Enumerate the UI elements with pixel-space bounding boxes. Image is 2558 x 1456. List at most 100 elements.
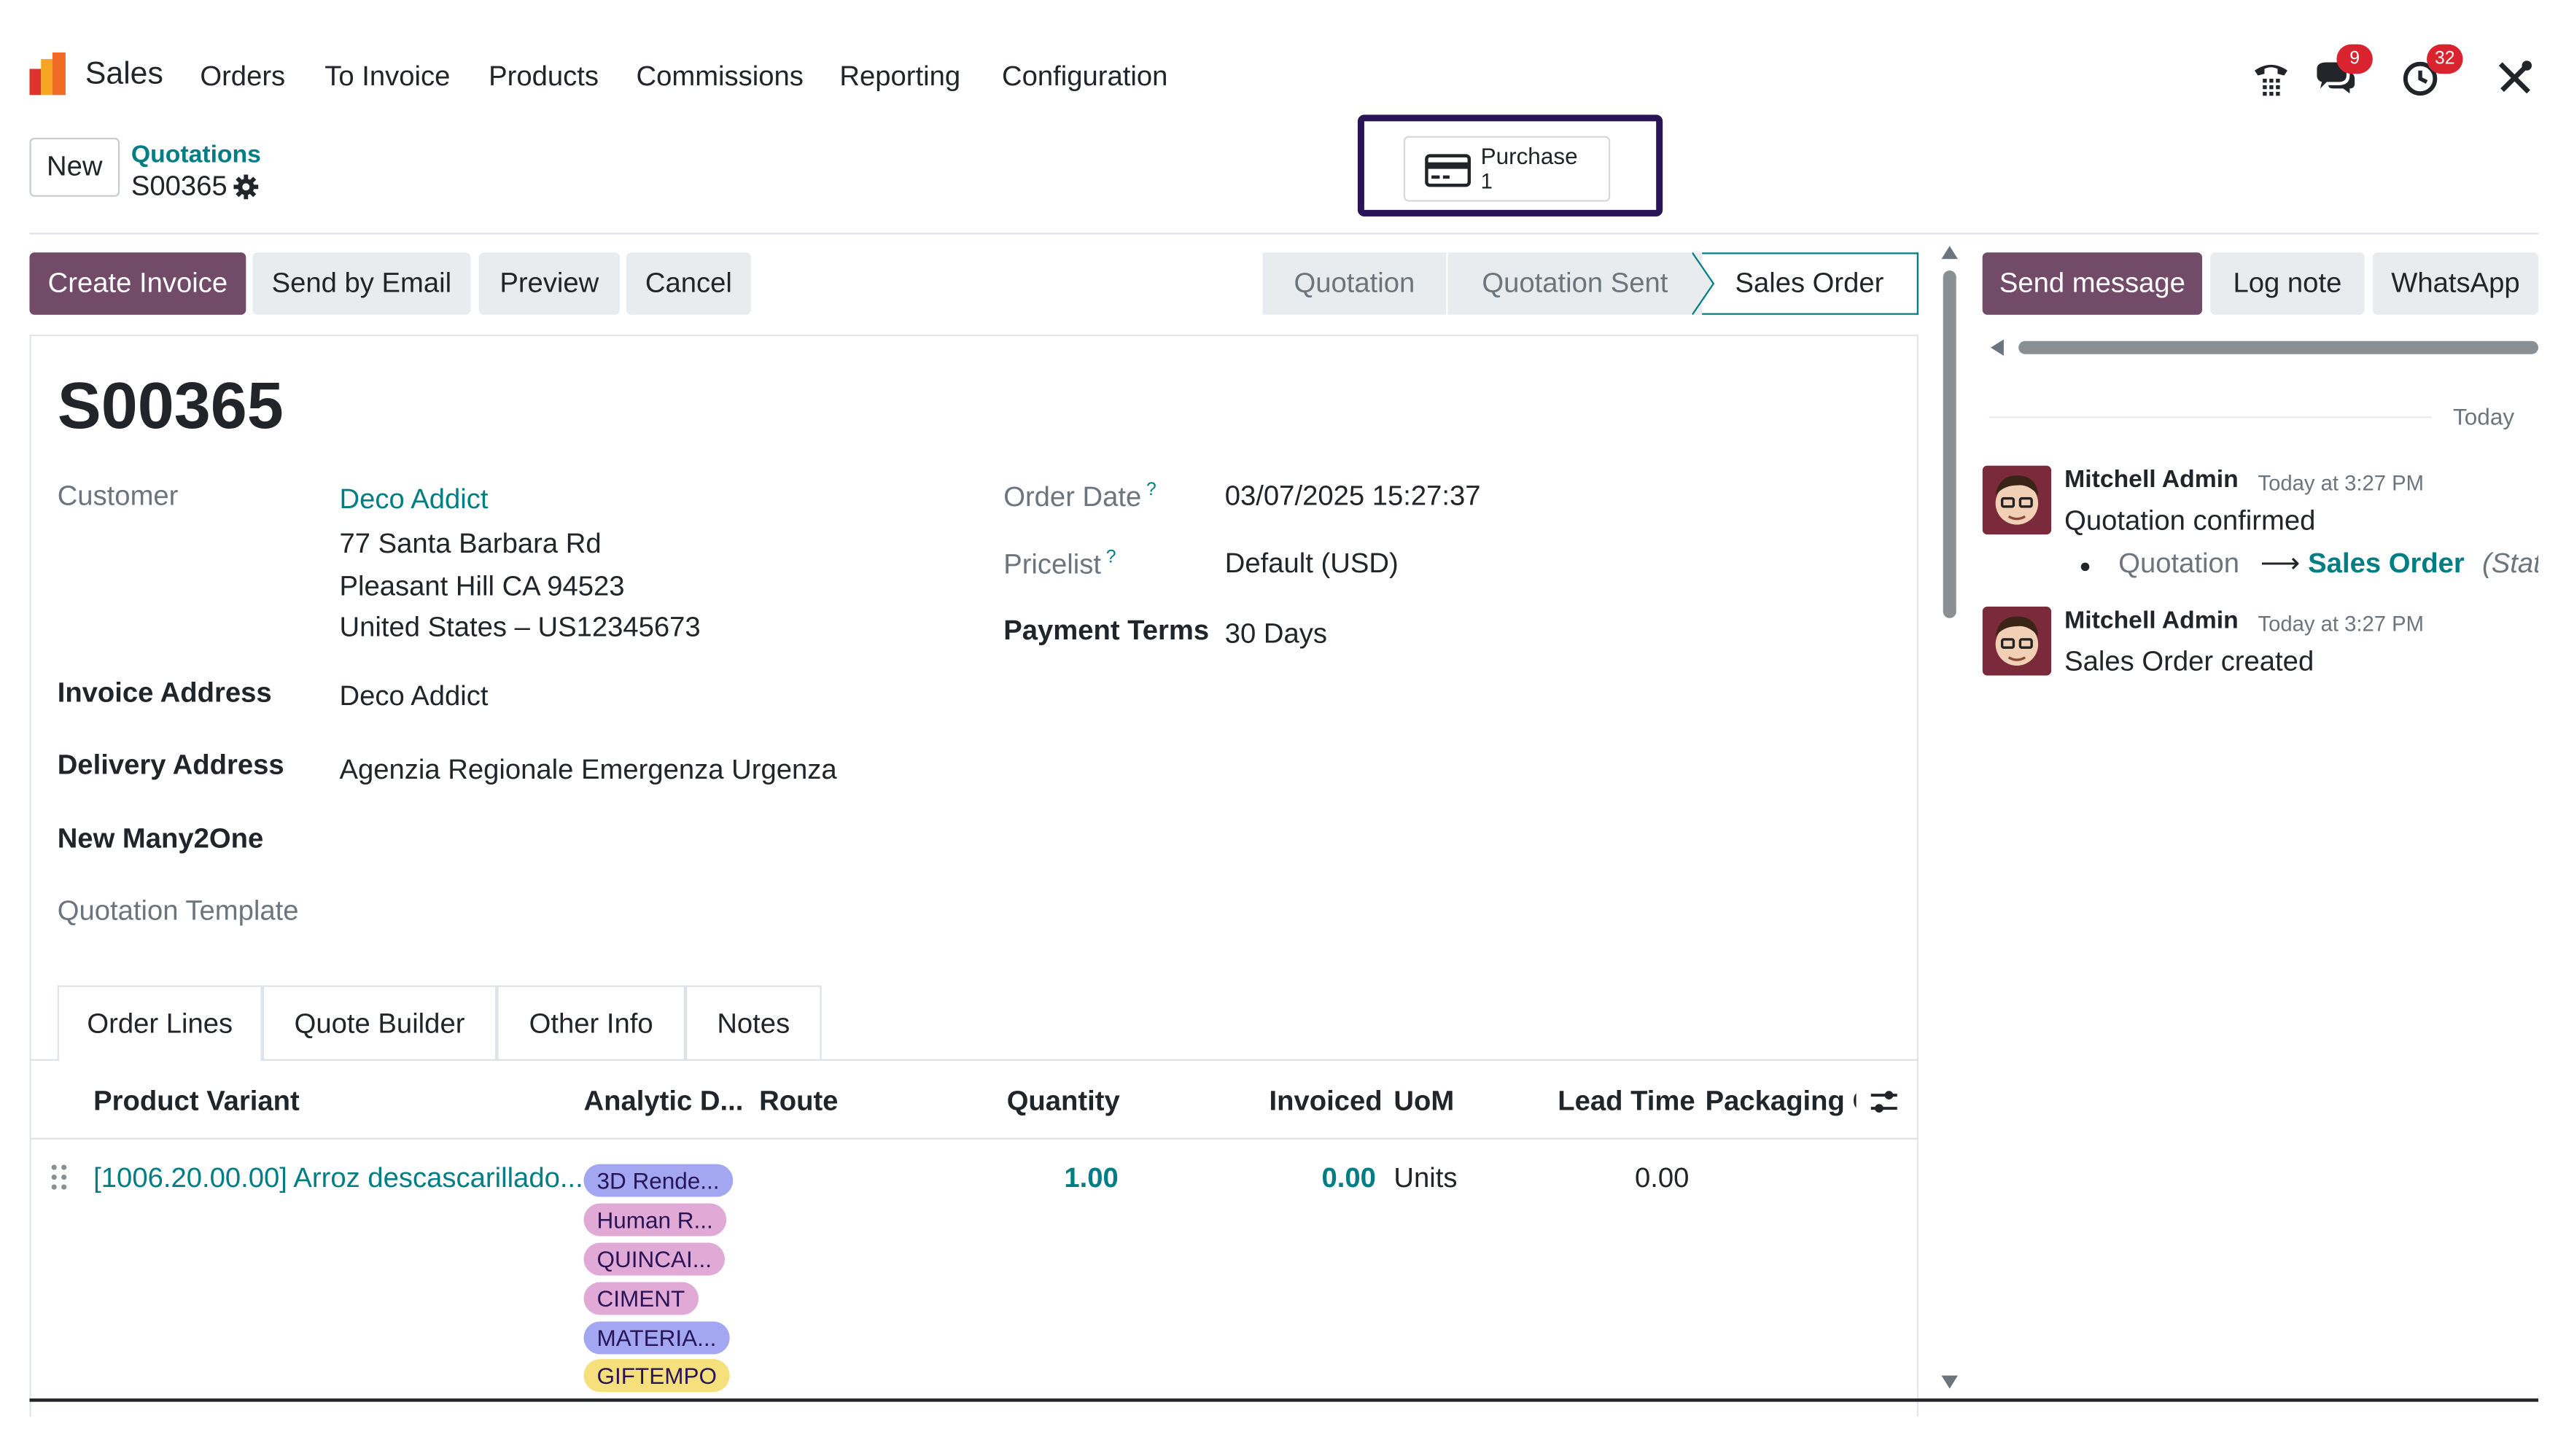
customer-address-line: Pleasant Hill CA 94523 bbox=[339, 570, 625, 602]
message-author[interactable]: Mitchell Admin bbox=[2064, 607, 2239, 634]
message-author[interactable]: Mitchell Admin bbox=[2064, 466, 2239, 494]
tracking-field: (Status) bbox=[2481, 548, 2538, 579]
order-line-invoiced: 0.00 bbox=[1321, 1162, 1376, 1194]
chat-icon[interactable]: 9 bbox=[2314, 44, 2373, 98]
odoo-sales-order-form: Sales Orders To Invoice Products Commiss… bbox=[0, 0, 2558, 1456]
column-product-variant[interactable]: Product Variant bbox=[93, 1086, 300, 1118]
help-icon[interactable]: ? bbox=[1106, 548, 1116, 567]
send-message-button[interactable]: Send message bbox=[1982, 252, 2203, 315]
user-avatar-icon[interactable] bbox=[1982, 607, 2052, 676]
menu-orders[interactable]: Orders bbox=[200, 61, 285, 93]
analytic-tag[interactable]: GIFTEMPO bbox=[583, 1359, 730, 1393]
delivery-address-label: Delivery Address bbox=[57, 749, 284, 781]
invoice-address-label: Invoice Address bbox=[57, 677, 272, 709]
tracking-new-value: Sales Order bbox=[2308, 548, 2465, 579]
breadcrumb-quotations[interactable]: Quotations bbox=[131, 141, 261, 168]
active-tab-gap bbox=[58, 1057, 261, 1063]
menu-configuration[interactable]: Configuration bbox=[1002, 61, 1167, 93]
menu-products[interactable]: Products bbox=[489, 61, 599, 93]
order-line-product[interactable]: [1006.20.00.00] Arroz descascarillado... bbox=[93, 1162, 583, 1195]
payment-terms-label: Payment Terms bbox=[1003, 615, 1210, 646]
create-invoice-button[interactable]: Create Invoice bbox=[29, 252, 246, 315]
cancel-button[interactable]: Cancel bbox=[626, 252, 751, 315]
new-button[interactable]: New bbox=[29, 137, 120, 197]
delivery-address-field[interactable]: Agenzia Regionale Emergenza Urgenza bbox=[339, 754, 836, 787]
analytic-tag[interactable]: 3D Rende... bbox=[583, 1164, 733, 1197]
order-date-field[interactable]: 03/07/2025 15:27:37 bbox=[1225, 480, 1481, 513]
menu-to-invoice[interactable]: To Invoice bbox=[324, 61, 450, 93]
customer-address-line: United States – US12345673 bbox=[339, 611, 701, 643]
messages-badge: 9 bbox=[2336, 44, 2373, 74]
stage-quotation[interactable]: Quotation bbox=[1262, 252, 1447, 315]
menu-commissions[interactable]: Commissions bbox=[636, 61, 803, 93]
column-settings-icon[interactable] bbox=[1870, 1089, 1899, 1115]
column-uom[interactable]: UoM bbox=[1393, 1086, 1454, 1118]
column-quantity[interactable]: Quantity bbox=[1007, 1086, 1120, 1118]
purchase-smart-button[interactable]: Purchase 1 bbox=[1403, 136, 1611, 202]
tracking-value: ● Quotation ⟶ Sales Order (Status) bbox=[2079, 548, 2538, 580]
date-separator: Today bbox=[2453, 403, 2515, 430]
many2one-label: New Many2One bbox=[57, 822, 264, 854]
analytic-tag[interactable]: MATERIA... bbox=[583, 1321, 730, 1355]
quotation-template-label: Quotation Template bbox=[57, 895, 299, 927]
analytic-tag[interactable]: CIMENT bbox=[583, 1282, 699, 1315]
column-analytic[interactable]: Analytic D... bbox=[584, 1086, 744, 1118]
chatter-horizontal-scrollbar[interactable] bbox=[1989, 336, 2538, 359]
column-route[interactable]: Route bbox=[759, 1086, 838, 1118]
tools-icon[interactable] bbox=[2494, 55, 2536, 98]
header-divider bbox=[29, 1137, 1919, 1140]
gear-icon[interactable] bbox=[233, 174, 259, 200]
form-sheet bbox=[29, 334, 1919, 1417]
bottom-border bbox=[29, 1398, 2538, 1402]
help-icon[interactable]: ? bbox=[1146, 480, 1156, 500]
stage-arrow-icon bbox=[1692, 252, 1715, 315]
activity-clock-icon[interactable]: 32 bbox=[2400, 44, 2463, 98]
bullet-icon: ● bbox=[2079, 554, 2091, 577]
divider bbox=[29, 233, 2538, 235]
smart-button-count: 1 bbox=[1480, 168, 1493, 194]
log-note-button[interactable]: Log note bbox=[2210, 252, 2365, 315]
main-scrollbar[interactable] bbox=[1940, 246, 1959, 1393]
arrow-right-icon: ⟶ bbox=[2260, 548, 2301, 579]
message-body: Sales Order created bbox=[2064, 645, 2314, 677]
customer-address-line: 77 Santa Barbara Rd bbox=[339, 528, 602, 559]
column-invoiced[interactable]: Invoiced bbox=[1269, 1086, 1382, 1118]
customer-label: Customer bbox=[57, 480, 179, 512]
tab-divider bbox=[29, 1059, 1919, 1061]
order-line-lead-time[interactable]: 0.00 bbox=[1635, 1162, 1689, 1195]
tab-order-lines[interactable]: Order Lines bbox=[57, 985, 263, 1061]
pricelist-label: Pricelist? bbox=[1003, 548, 1116, 580]
menu-reporting[interactable]: Reporting bbox=[839, 61, 960, 93]
tracking-old-value: Quotation bbox=[2118, 548, 2240, 579]
stage-sales-order[interactable]: Sales Order bbox=[1702, 252, 1919, 315]
tab-notes[interactable]: Notes bbox=[685, 985, 822, 1061]
breadcrumb-current: S00365 bbox=[131, 170, 228, 202]
order-line-uom[interactable]: Units bbox=[1393, 1162, 1457, 1195]
tab-other-info[interactable]: Other Info bbox=[497, 985, 685, 1061]
column-lead-time[interactable]: Lead Time bbox=[1558, 1086, 1695, 1118]
analytic-tag[interactable]: QUINCAI... bbox=[583, 1242, 725, 1276]
payment-terms-field[interactable]: 30 Days bbox=[1225, 618, 1327, 651]
order-line-quantity[interactable]: 1.00 bbox=[1064, 1162, 1118, 1195]
phone-icon[interactable] bbox=[2250, 55, 2292, 98]
user-avatar-icon[interactable] bbox=[1982, 465, 2052, 535]
customer-link[interactable]: Deco Addict bbox=[339, 483, 488, 516]
stage-quotation-sent[interactable]: Quotation Sent bbox=[1446, 252, 1703, 315]
column-packaging[interactable]: Packaging C bbox=[1706, 1086, 1857, 1118]
odoo-sales-logo-icon[interactable] bbox=[29, 52, 66, 96]
message-body: Quotation confirmed bbox=[2064, 505, 2316, 537]
message-time: Today at 3:27 PM bbox=[2258, 470, 2424, 496]
pricelist-field[interactable]: Default (USD) bbox=[1225, 548, 1399, 580]
analytic-tag[interactable]: Human R... bbox=[583, 1203, 726, 1237]
activities-badge: 32 bbox=[2427, 44, 2463, 74]
drag-handle-icon[interactable] bbox=[49, 1162, 69, 1191]
preview-button[interactable]: Preview bbox=[478, 252, 621, 315]
credit-card-icon bbox=[1425, 154, 1472, 187]
tab-quote-builder[interactable]: Quote Builder bbox=[262, 985, 497, 1061]
app-name[interactable]: Sales bbox=[85, 58, 163, 93]
invoice-address-field[interactable]: Deco Addict bbox=[339, 680, 488, 713]
order-date-label: Order Date? bbox=[1003, 480, 1156, 513]
smart-button-label: Purchase bbox=[1480, 142, 1578, 169]
whatsapp-button[interactable]: WhatsApp bbox=[2372, 252, 2538, 315]
send-by-email-button[interactable]: Send by Email bbox=[252, 252, 471, 315]
